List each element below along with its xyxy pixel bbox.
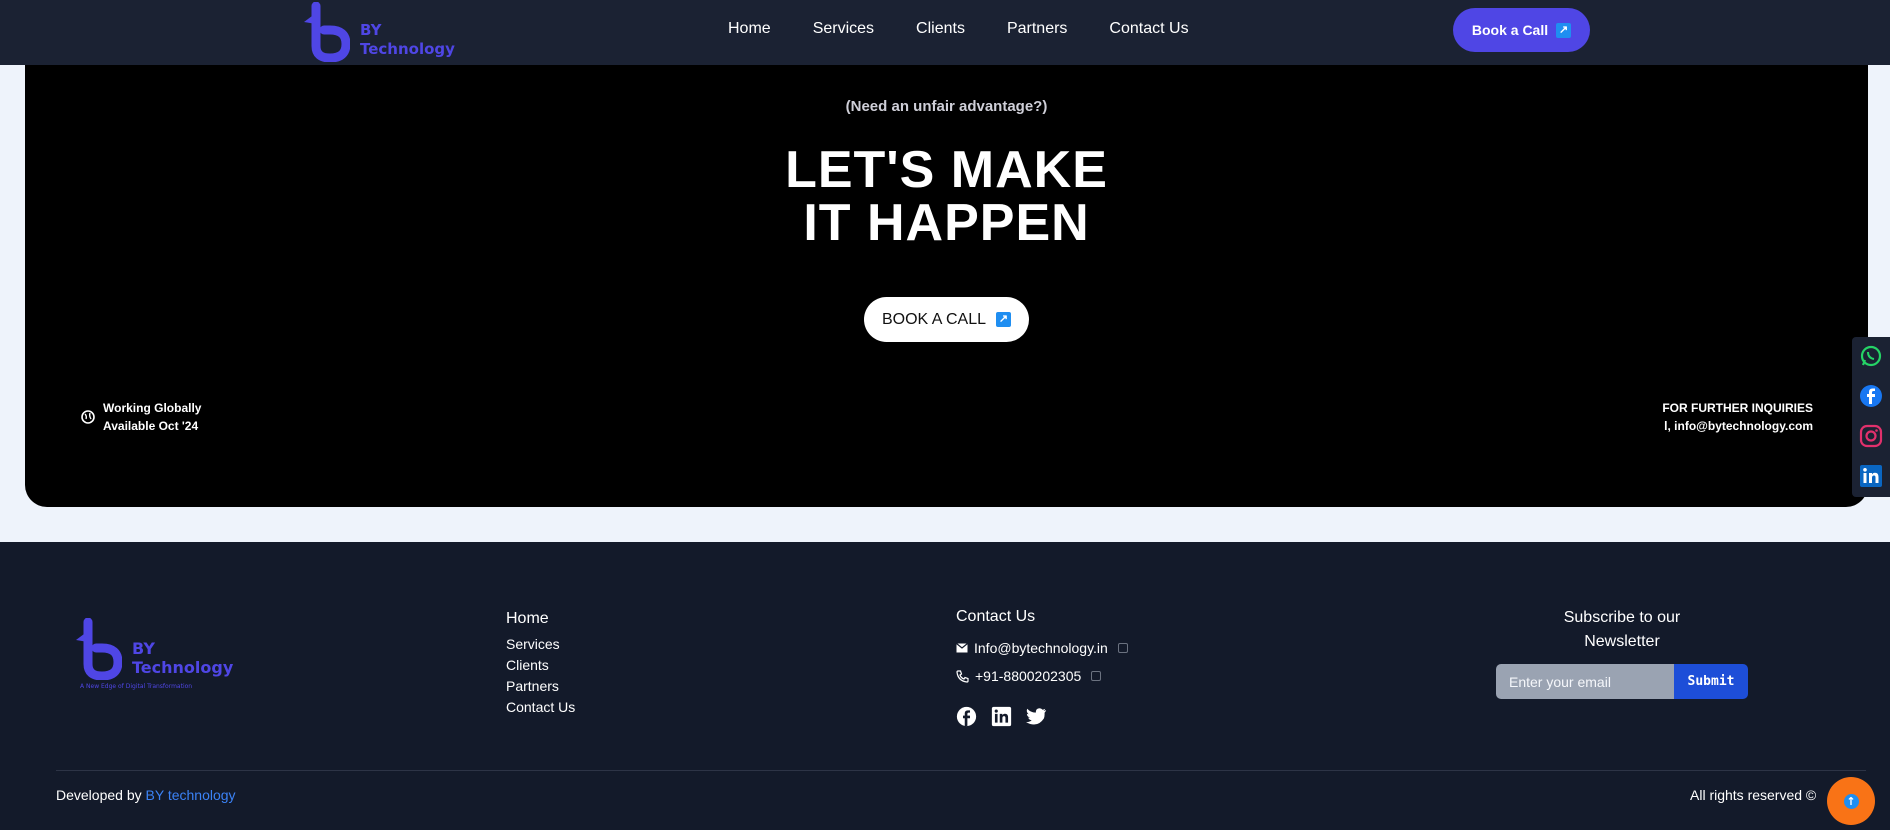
nav-logo-text: BY Technology [360, 21, 455, 58]
social-sidebar [1852, 337, 1890, 497]
facebook-icon[interactable] [1857, 382, 1885, 410]
arrow-up-icon: ↑ [1843, 793, 1859, 809]
by-logo-icon [76, 618, 122, 680]
nav-logo[interactable]: BY Technology [302, 0, 455, 62]
nav-link-contact-us[interactable]: Contact Us [1109, 20, 1188, 38]
hero-tagline: (Need an unfair advantage?) [845, 98, 1048, 115]
main-nav: Home Services Clients Partners Contact U… [728, 20, 1231, 38]
footer-links: Home Services Clients Partners Contact U… [506, 608, 575, 718]
nav-link-clients[interactable]: Clients [916, 20, 965, 38]
footer: BY Technology A New Edge of Digital Tran… [0, 542, 1890, 830]
inquiries-email[interactable]: l, info@bytechnology.com [1662, 417, 1813, 435]
footer-contact-heading: Contact Us [956, 608, 1036, 625]
footer-contact: Contact Us Info@bytechnology.in +91-8800… [956, 608, 1128, 727]
footer-divider [56, 770, 1866, 771]
linkedin-icon[interactable] [991, 706, 1012, 727]
newsletter-form: Submit [1496, 664, 1748, 699]
footer-phone-row: +91-8800202305 [956, 662, 1128, 690]
copy-icon[interactable] [1117, 643, 1128, 653]
facebook-icon[interactable] [956, 706, 977, 727]
book-a-call-button[interactable]: Book a Call ↗ [1453, 8, 1590, 52]
newsletter-subscribe: Subscribe to our Newsletter Submit [1496, 606, 1748, 699]
developed-by-link[interactable]: BY technology [146, 787, 236, 803]
nav-link-partners[interactable]: Partners [1007, 20, 1067, 38]
book-a-call-label: Book a Call [1471, 22, 1549, 38]
external-link-icon: ↗ [996, 312, 1012, 327]
availability-text: Available Oct '24 [103, 419, 199, 433]
footer-email-row: Info@bytechnology.in [956, 634, 1128, 662]
nav-link-home[interactable]: Home [728, 20, 771, 38]
scroll-to-top-button[interactable]: ↑ [1827, 777, 1875, 825]
footer-slogan: A New Edge of Digital Transformation [80, 683, 193, 690]
newsletter-email-input[interactable] [1496, 664, 1674, 699]
hero-section: (Need an unfair advantage?) LET'S MAKE I… [25, 30, 1868, 507]
hero-title-line2: IT HAPPEN [803, 194, 1090, 252]
developed-by: Developed by BY technology [56, 787, 236, 803]
footer-link-partners[interactable]: Partners [506, 676, 575, 697]
working-globally-info: Working Globally Available Oct '24 [81, 399, 201, 435]
globe-icon [81, 410, 95, 424]
whatsapp-icon[interactable] [1857, 342, 1885, 370]
copy-icon[interactable] [1091, 671, 1102, 681]
footer-phone[interactable]: +91-8800202305 [975, 668, 1081, 684]
hero-title-line1: LET'S MAKE [785, 141, 1108, 199]
developed-by-prefix: Developed by [56, 787, 146, 803]
footer-email[interactable]: Info@bytechnology.in [974, 640, 1108, 656]
hero-book-a-call-label: BOOK A CALL [881, 310, 987, 328]
hero-title: LET'S MAKE IT HAPPEN [25, 144, 1868, 250]
hero-book-a-call-button[interactable]: BOOK A CALL ↗ [864, 297, 1029, 342]
footer-social [956, 706, 1128, 727]
footer-link-contact-us[interactable]: Contact Us [506, 697, 575, 718]
mail-icon [956, 643, 968, 653]
footer-link-services[interactable]: Services [506, 634, 575, 655]
all-rights-reserved: All rights reserved © [1690, 787, 1817, 803]
footer-logo-text: BY Technology [132, 639, 234, 677]
by-logo-icon [304, 2, 350, 62]
phone-icon [956, 669, 969, 683]
newsletter-submit-button[interactable]: Submit [1674, 664, 1748, 699]
navbar: BY Technology Home Services Clients Part… [0, 0, 1890, 65]
twitter-icon[interactable] [1026, 706, 1047, 727]
further-inquiries-info: FOR FURTHER INQUIRIES l, info@bytechnolo… [1662, 399, 1813, 435]
footer-link-home[interactable]: Home [506, 608, 575, 629]
instagram-icon[interactable] [1857, 422, 1885, 450]
further-inquiries-label: FOR FURTHER INQUIRIES [1662, 401, 1813, 415]
nav-link-services[interactable]: Services [813, 20, 874, 38]
working-globally-text: Working Globally [103, 401, 202, 415]
linkedin-icon[interactable] [1857, 462, 1885, 490]
footer-logo[interactable]: BY Technology A New Edge of Digital Tran… [74, 618, 233, 690]
external-link-icon: ↗ [1556, 22, 1572, 38]
footer-link-clients[interactable]: Clients [506, 655, 575, 676]
newsletter-heading: Subscribe to our Newsletter [1563, 609, 1681, 650]
